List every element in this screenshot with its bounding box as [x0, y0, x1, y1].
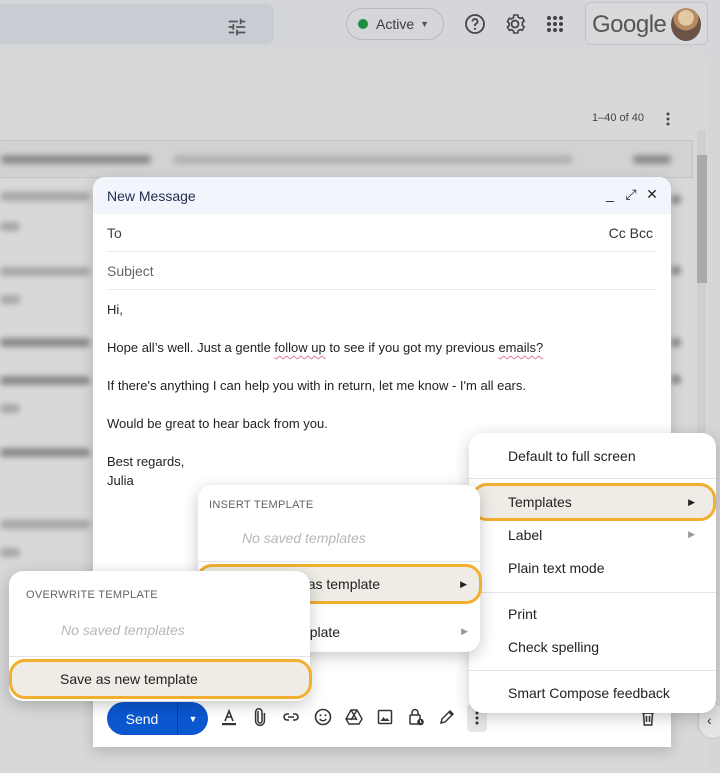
attach-icon[interactable] [250, 707, 270, 727]
menu-item-save-as-new-template[interactable]: Save as new template [9, 659, 312, 699]
status-dropdown[interactable]: Active ▼ [346, 8, 444, 40]
expand-icon[interactable]: ⤢ [624, 186, 638, 202]
no-saved-templates-text: No saved templates [61, 622, 185, 638]
body-line-2: If there's anything I can help you with … [107, 378, 526, 393]
chevron-left-icon: ‹ [707, 712, 712, 728]
pagination-count: 1–40 of 40 [592, 112, 644, 124]
menu-item-label: Smart Compose feedback [508, 684, 670, 701]
menu-item-label: Default to full screen [508, 447, 636, 464]
text-format-icon[interactable] [219, 707, 239, 727]
spellcheck-word[interactable]: emails? [498, 340, 543, 355]
email-row-blurred-content [671, 195, 681, 204]
save-draft-submenu: OVERWRITE TEMPLATE No saved templates Sa… [9, 571, 312, 701]
subject-field[interactable]: Subject [107, 252, 657, 290]
chevron-right-icon: ▶ [460, 578, 467, 589]
email-row-blurred-content [173, 155, 573, 164]
search-bar[interactable] [0, 4, 274, 44]
menu-divider [469, 592, 716, 593]
send-button-group: Send ▼ [107, 702, 208, 735]
menu-item-label: Check spelling [508, 638, 600, 655]
email-row-blurred-content [1, 155, 151, 164]
send-options-button[interactable]: ▼ [177, 702, 208, 735]
signature-pen-icon[interactable] [437, 707, 457, 727]
body-line-1: Hope all’s well. Just a gentle follow up… [107, 338, 657, 357]
status-dot [358, 19, 368, 29]
email-row-blurred-content [0, 376, 90, 385]
link-icon[interactable] [281, 707, 301, 727]
chevron-right-icon: ▶ [461, 626, 468, 636]
more-options-menu: Default to full screen Templates ▶ Label… [469, 433, 716, 713]
tune-icon[interactable] [226, 16, 248, 38]
menu-item-label-submenu[interactable]: Label ▶ [469, 518, 716, 551]
google-logo: Google [592, 11, 667, 38]
top-bar: Active ▼ Google [0, 0, 720, 50]
email-row-selected[interactable] [0, 140, 693, 178]
body-line-3: Would be great to hear back from you. [107, 416, 328, 431]
insert-template-header: INSERT TEMPLATE [209, 499, 314, 511]
overwrite-template-header: OVERWRITE TEMPLATE [26, 589, 158, 601]
email-row-blurred-content [0, 222, 20, 231]
email-row-blurred-content [671, 338, 681, 347]
to-field[interactable]: To Cc Bcc [107, 214, 657, 252]
minimize-icon[interactable]: _ [603, 186, 617, 202]
account-switcher[interactable]: Google [585, 2, 708, 45]
subject-placeholder: Subject [107, 262, 154, 279]
compose-title: New Message [107, 187, 196, 204]
menu-divider [469, 478, 716, 479]
menu-item-check-spelling[interactable]: Check spelling [469, 630, 716, 663]
cc-bcc-link[interactable]: Cc Bcc [609, 225, 653, 241]
menu-item-templates[interactable]: Templates ▶ [471, 483, 716, 521]
email-row-blurred-content [0, 404, 20, 413]
to-label: To [107, 224, 122, 241]
menu-item-label: Plain text mode [508, 559, 605, 576]
body-text-segment: Hope all’s well. Just a gentle [107, 340, 275, 355]
emoji-icon[interactable] [313, 707, 333, 727]
menu-item-label: Save as new template [60, 671, 198, 687]
compose-header[interactable]: New Message _ ⤢ ✕ [93, 177, 671, 214]
apps-grid-icon[interactable] [543, 12, 567, 36]
menu-item-default-full-screen[interactable]: Default to full screen [469, 439, 716, 472]
email-row-blurred-content [0, 192, 90, 201]
more-vert-icon[interactable] [663, 111, 673, 127]
user-avatar[interactable] [671, 8, 701, 41]
menu-item-plain-text-mode[interactable]: Plain text mode [469, 551, 716, 584]
status-label: Active [376, 16, 415, 32]
email-row-blurred-content [0, 520, 90, 529]
menu-item-label: Label [508, 526, 543, 543]
close-icon[interactable]: ✕ [645, 186, 659, 202]
menu-item-smart-compose-feedback[interactable]: Smart Compose feedback [469, 676, 716, 709]
menu-item-print[interactable]: Print [469, 597, 716, 630]
menu-divider [469, 670, 716, 671]
chevron-right-icon: ▶ [688, 529, 695, 539]
no-saved-templates-text: No saved templates [242, 530, 366, 546]
body-text-segment: to see if you got my previous [325, 340, 499, 355]
help-icon[interactable] [463, 12, 487, 36]
menu-divider [9, 656, 310, 657]
confidential-lock-icon[interactable] [406, 707, 426, 727]
email-row-blurred-content [671, 375, 681, 384]
caret-down-icon: ▼ [420, 19, 430, 29]
chevron-right-icon: ▶ [688, 496, 695, 507]
menu-divider [198, 561, 480, 562]
body-greeting: Hi, [107, 302, 123, 317]
email-row-blurred-content [0, 295, 20, 304]
email-row-blurred-content [671, 266, 681, 275]
settings-gear-icon[interactable] [503, 12, 527, 36]
email-row-blurred-content [0, 338, 90, 347]
email-row-blurred-content [0, 267, 90, 276]
send-button[interactable]: Send [107, 711, 177, 727]
menu-item-label: Print [508, 605, 537, 622]
drive-icon[interactable] [344, 707, 364, 727]
scrollbar-thumb[interactable] [697, 155, 707, 283]
menu-item-label: Templates [508, 494, 572, 510]
email-row-blurred-content [0, 448, 90, 457]
email-row-blurred-content [0, 548, 20, 557]
email-row-blurred-content [633, 155, 671, 164]
photo-icon[interactable] [375, 707, 395, 727]
caret-down-icon: ▼ [188, 713, 198, 724]
spellcheck-word[interactable]: follow up [274, 340, 325, 355]
